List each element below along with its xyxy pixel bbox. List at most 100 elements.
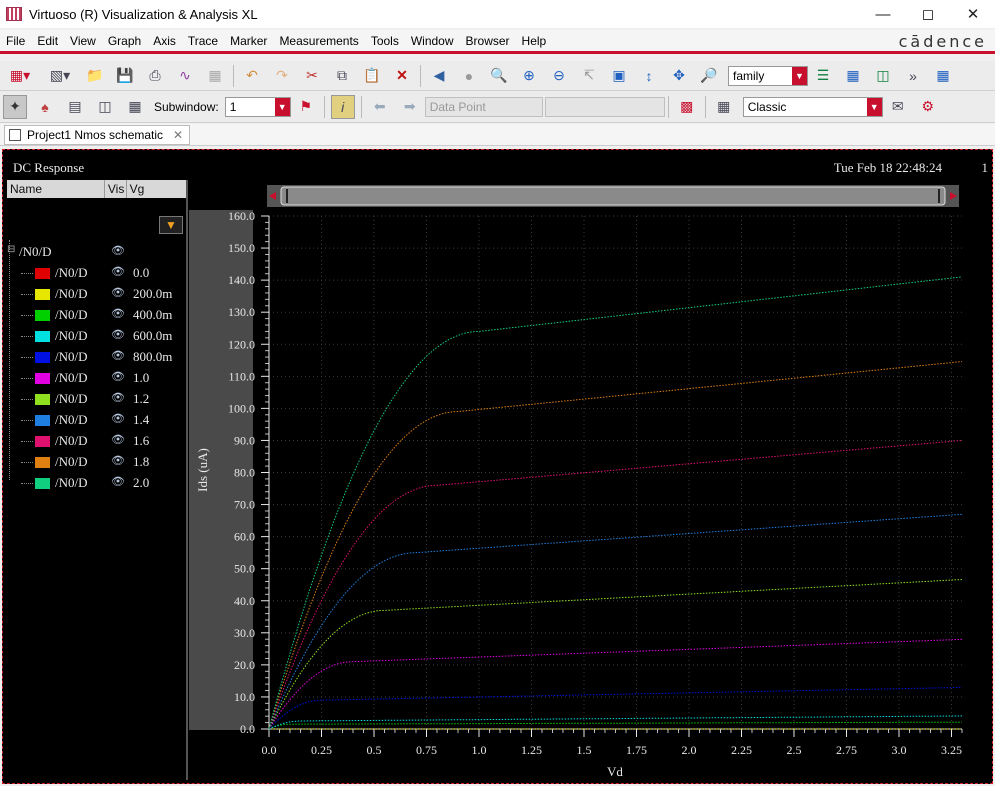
- fit-icon[interactable]: ▣: [607, 64, 631, 88]
- trace-color-swatch[interactable]: [35, 415, 50, 426]
- menu-trace[interactable]: Trace: [182, 34, 224, 48]
- eye-icon[interactable]: 👁: [111, 412, 125, 425]
- trace-color-swatch[interactable]: [35, 478, 50, 489]
- forward-icon[interactable]: ●: [457, 64, 481, 88]
- eye-icon[interactable]: 👁: [111, 433, 125, 446]
- close-icon[interactable]: ✕: [173, 128, 183, 142]
- legend-row[interactable]: /N0/D 👁 600.0m: [7, 327, 187, 345]
- trace-color-swatch[interactable]: [35, 310, 50, 321]
- menu-view[interactable]: View: [64, 34, 102, 48]
- legend-row[interactable]: /N0/D 👁 1.8: [7, 453, 187, 471]
- side-layout-icon[interactable]: ◫: [93, 95, 117, 119]
- grid-layout-icon[interactable]: ▦: [123, 95, 147, 119]
- legend-row[interactable]: /N0/D 👁 800.0m: [7, 348, 187, 366]
- strip-icon[interactable]: ☰: [811, 64, 835, 88]
- trace-color-swatch[interactable]: [35, 373, 50, 384]
- message-icon[interactable]: ✉: [886, 95, 910, 119]
- eye-icon[interactable]: 👁: [111, 328, 125, 341]
- zoom-out-icon[interactable]: ⊖: [547, 64, 571, 88]
- eye-icon[interactable]: 👁: [111, 244, 125, 257]
- trace-color-swatch[interactable]: [35, 289, 50, 300]
- legend-row[interactable]: /N0/D 👁 200.0m: [7, 285, 187, 303]
- legend-row[interactable]: /N0/D 👁 0.0: [7, 264, 187, 282]
- cards-icon[interactable]: ♠: [33, 95, 57, 119]
- undo-icon[interactable]: ↶: [240, 64, 264, 88]
- eye-icon[interactable]: 👁: [111, 265, 125, 278]
- menu-marker[interactable]: Marker: [224, 34, 273, 48]
- legend-header-vis[interactable]: Vis: [105, 180, 127, 198]
- new-subwindow-icon[interactable]: ▧▾: [43, 64, 77, 88]
- menu-edit[interactable]: Edit: [31, 34, 64, 48]
- save-icon[interactable]: 💾: [113, 64, 137, 88]
- grid-toggle-icon[interactable]: ▦: [931, 64, 955, 88]
- legend-row[interactable]: /N0/D 👁 1.6: [7, 432, 187, 450]
- close-button[interactable]: ✕: [950, 0, 995, 28]
- menu-measurements[interactable]: Measurements: [273, 34, 364, 48]
- style-select[interactable]: Classic ▼: [742, 96, 883, 117]
- eye-icon[interactable]: 👁: [111, 391, 125, 404]
- eye-icon[interactable]: 👁: [111, 370, 125, 383]
- menu-tools[interactable]: Tools: [365, 34, 405, 48]
- eye-icon[interactable]: 👁: [111, 307, 125, 320]
- back-icon[interactable]: ◀: [427, 64, 451, 88]
- tab-project1-nmos-schematic[interactable]: Project1 Nmos schematic ✕: [4, 125, 190, 145]
- paste-icon[interactable]: 📋: [360, 64, 384, 88]
- zoom-xy-icon[interactable]: ✥: [667, 64, 691, 88]
- legend-group-row[interactable]: ⊟ /N0/D 👁: [7, 243, 187, 261]
- print-icon[interactable]: ⎙: [143, 64, 167, 88]
- y-tick-label: 40.0: [234, 594, 255, 608]
- wand-icon[interactable]: ✦: [3, 94, 27, 119]
- delete-icon[interactable]: ✕: [390, 64, 414, 88]
- legend-row[interactable]: /N0/D 👁 1.0: [7, 369, 187, 387]
- dc-response-chart[interactable]: Ids (uA) Vd 0.0 10.0 20.0 30.0 40.0 50.0 60.0 70.…: [189, 180, 979, 780]
- legend-row[interactable]: /N0/D 👁 1.4: [7, 411, 187, 429]
- histogram-icon[interactable]: ▩: [675, 95, 699, 119]
- menu-browser[interactable]: Browser: [460, 34, 516, 48]
- stack-layout-icon[interactable]: ▤: [63, 95, 87, 119]
- new-window-icon[interactable]: ▦▾: [3, 64, 37, 88]
- zoom-icon[interactable]: 🔍: [487, 64, 511, 88]
- maximize-button[interactable]: ◻: [905, 0, 951, 28]
- legend-row[interactable]: /N0/D 👁 2.0: [7, 474, 187, 492]
- info-icon[interactable]: i: [330, 94, 355, 119]
- trace-color-swatch[interactable]: [35, 394, 50, 405]
- family-select[interactable]: family ▼: [728, 65, 808, 86]
- legend-row[interactable]: /N0/D 👁 400.0m: [7, 306, 187, 324]
- redo-icon[interactable]: ↷: [270, 64, 294, 88]
- print-graph-icon[interactable]: ∿: [173, 64, 197, 88]
- menu-axis[interactable]: Axis: [147, 34, 182, 48]
- eye-icon[interactable]: 👁: [111, 286, 125, 299]
- merge-icon[interactable]: ◫: [871, 64, 895, 88]
- open-folder-icon[interactable]: 📁: [83, 64, 107, 88]
- menu-graph[interactable]: Graph: [102, 34, 147, 48]
- more-icon[interactable]: »: [901, 64, 925, 88]
- cut-icon[interactable]: ✂: [300, 64, 324, 88]
- zoom-x-icon[interactable]: ↸: [577, 64, 601, 88]
- eye-icon[interactable]: 👁: [111, 349, 125, 362]
- minimize-button[interactable]: —: [860, 0, 906, 28]
- zoom-y-icon[interactable]: ↕: [637, 64, 661, 88]
- trace-color-swatch[interactable]: [35, 352, 50, 363]
- legend-header-vg[interactable]: Vg: [127, 180, 186, 198]
- filter-icon[interactable]: ▼: [159, 216, 183, 234]
- zoom-in-icon[interactable]: ⊕: [517, 64, 541, 88]
- copy-icon[interactable]: ⧉: [330, 64, 354, 88]
- settings-icon[interactable]: ⚙: [916, 95, 940, 119]
- eye-icon[interactable]: 👁: [111, 475, 125, 488]
- flag-icon[interactable]: ⚑: [294, 95, 318, 119]
- trace-color-swatch[interactable]: [35, 331, 50, 342]
- legend-row[interactable]: /N0/D 👁 1.2: [7, 390, 187, 408]
- menu-file[interactable]: File: [0, 34, 31, 48]
- legend-header-name[interactable]: Name: [7, 180, 105, 198]
- menu-help[interactable]: Help: [516, 34, 553, 48]
- trace-color-swatch[interactable]: [35, 436, 50, 447]
- trace-color-swatch[interactable]: [35, 268, 50, 279]
- trace-color-swatch[interactable]: [35, 457, 50, 468]
- plot-window[interactable]: DC Response Tue Feb 18 22:48:24 1 Name V…: [2, 149, 993, 784]
- calculator-icon[interactable]: ▦: [712, 95, 736, 119]
- split-icon[interactable]: ▦: [841, 64, 865, 88]
- subwindow-select[interactable]: 1 ▼: [224, 96, 291, 117]
- eye-icon[interactable]: 👁: [111, 454, 125, 467]
- collapse-icon[interactable]: ⊟: [7, 244, 15, 255]
- menu-window[interactable]: Window: [405, 34, 460, 48]
